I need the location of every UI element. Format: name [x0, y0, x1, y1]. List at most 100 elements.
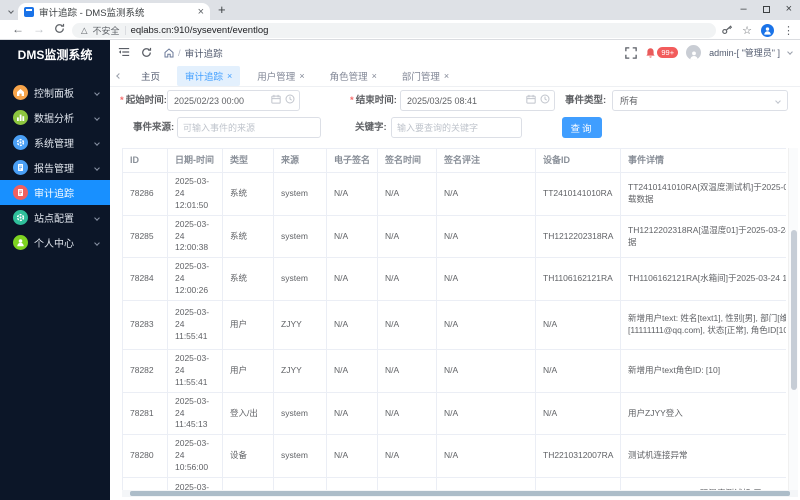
sidebar-item-analysis[interactable]: 数据分析 — [0, 105, 110, 130]
table-row[interactable]: 78282 2025-03-24 11:55:41 用户 ZJYY N/A N/A N/A N… — [122, 349, 786, 393]
new-tab-button[interactable]: + — [218, 2, 226, 17]
sidebar-item-site-config[interactable]: 站点配置 — [0, 205, 110, 230]
table-row[interactable]: 78284 2025-03-24 12:00:26 系统 system N/A N/A N/… — [122, 257, 786, 302]
cell-detail: TH1212202318RA[温湿度01]于2025-03-24 12:00:2… — [620, 214, 786, 259]
horizontal-scrollbar[interactable] — [122, 490, 798, 497]
window-close-button[interactable]: × — [786, 3, 792, 15]
not-secure-warning-icon: △ — [81, 24, 88, 35]
sidebar-item-label: 数据分析 — [34, 114, 74, 125]
cell-device_id: TH1212202318RA — [535, 214, 621, 259]
tab-search-button[interactable] — [5, 5, 17, 17]
cell-sign_time: N/A — [377, 172, 437, 216]
chevron-left-icon[interactable] — [116, 72, 122, 79]
cell-esign: N/A — [326, 391, 378, 436]
close-icon[interactable]: × — [372, 71, 377, 81]
cell-id: 78284 — [122, 257, 168, 302]
chevron-down-icon[interactable] — [787, 48, 793, 55]
cell-device_id: TT2410141010RA — [535, 172, 621, 216]
app-header: / 审计追踪 99+ admin-[ "管理员" ] — [110, 40, 800, 65]
table-row[interactable]: 78285 2025-03-24 12:00:38 系统 system N/A N/A N/… — [122, 214, 786, 259]
cell-type: 用户 — [222, 300, 274, 351]
horizontal-scrollbar-thumb[interactable] — [130, 491, 790, 496]
sidebar-item-report[interactable]: 报告管理 — [0, 155, 110, 180]
notification-bell[interactable]: 99+ — [645, 47, 679, 59]
cell-type: 系统 — [222, 477, 274, 490]
cell-device_id: TT2410141010RA — [535, 477, 621, 490]
window-maximize-button[interactable] — [762, 5, 770, 13]
chevron-down-icon — [94, 114, 100, 121]
chevron-down-icon — [94, 89, 100, 96]
tab-user-management[interactable]: 用户管理 × — [249, 66, 312, 86]
tab-role-management[interactable]: 角色管理 × — [322, 66, 385, 86]
tab-close-icon[interactable]: × — [198, 6, 204, 18]
browser-profile-icon[interactable] — [761, 23, 774, 37]
forward-icon[interactable]: → — [33, 22, 45, 36]
cell-id: 78282 — [122, 349, 168, 393]
address-bar[interactable]: △ 不安全 eqlabs.cn:910/sysevent/eventlog — [72, 22, 716, 38]
tab-home[interactable]: 主页 — [133, 66, 168, 86]
cell-detail: 测试机连接异常 — [620, 434, 786, 479]
event-source-input[interactable] — [177, 117, 321, 138]
search-button[interactable]: 查询 — [562, 117, 602, 138]
fullscreen-icon[interactable] — [625, 46, 638, 59]
sidebar-item-system[interactable]: 系统管理 — [0, 130, 110, 155]
browser-tab[interactable]: 审计追踪 - DMS监测系统 × — [18, 3, 210, 20]
sidebar-item-dashboard[interactable]: 控制面板 — [0, 80, 110, 105]
clock-icon[interactable] — [540, 94, 550, 104]
tab-audit-trail[interactable]: 审计追踪 × — [177, 65, 241, 86]
page-refresh-icon[interactable] — [141, 47, 152, 58]
breadcrumb-separator: / — [178, 47, 181, 59]
event-type-value: 所有 — [620, 96, 639, 106]
column-header-datetime: 日期-时间 — [167, 148, 223, 173]
vertical-scrollbar-thumb[interactable] — [790, 230, 797, 390]
cell-datetime: 2025-03-24 06:01:26 — [167, 477, 223, 490]
collapse-menu-icon[interactable] — [118, 46, 130, 58]
browser-menu-icon[interactable]: ⋮ — [783, 24, 794, 37]
cell-sign_time: N/A — [377, 391, 437, 436]
home-icon[interactable] — [164, 48, 174, 58]
cell-source: system — [273, 214, 327, 259]
cell-datetime: 2025-03-24 12:01:50 — [167, 172, 223, 216]
close-icon[interactable]: × — [299, 71, 304, 81]
event-type-select[interactable]: 所有 — [612, 90, 788, 111]
tab-department-management[interactable]: 部门管理 × — [394, 66, 457, 86]
table-row[interactable]: 782792025-03-24 06:01:26系统systemN/AN/AN/… — [122, 477, 786, 490]
browser-toolbar: ← → △ 不安全 eqlabs.cn:910/sysevent/eventlo… — [0, 20, 800, 40]
keyword-label: 关键字: — [355, 122, 387, 133]
browser-window: 审计追踪 - DMS监测系统 × + – × ← → △ 不安全 eqlabs.… — [0, 0, 800, 500]
chevron-down-icon — [94, 239, 100, 246]
password-key-icon[interactable] — [721, 24, 733, 36]
cell-id: 78286 — [122, 172, 168, 216]
calendar-icon[interactable] — [271, 94, 281, 104]
table-row[interactable]: 78280 2025-03-24 10:56:00 设备 system N/A N/A N/… — [122, 434, 786, 479]
back-icon[interactable]: ← — [12, 22, 24, 36]
cell-sign_comment: N/A — [436, 349, 536, 393]
table-row[interactable]: 78283 2025-03-24 11:55:41 用户 ZJYY N/A N/A N/A N… — [122, 300, 786, 351]
header-right: 99+ admin-[ "管理员" ] — [625, 43, 793, 62]
column-header-esign: 电子签名 — [326, 148, 378, 173]
close-icon[interactable]: × — [227, 71, 232, 81]
cell-device_id: N/A — [535, 300, 621, 351]
table-row[interactable]: 78281 2025-03-24 11:45:13 登入/出 system N/A N/A… — [122, 391, 786, 436]
window-minimize-button[interactable]: – — [740, 3, 746, 15]
sidebar-item-audit[interactable]: 审计追踪 — [0, 180, 110, 205]
cell-source: system — [273, 172, 327, 216]
not-secure-label: 不安全 — [92, 25, 120, 36]
calendar-icon[interactable] — [526, 94, 536, 104]
sidebar-item-profile[interactable]: 个人中心 — [0, 230, 110, 255]
start-time-field — [167, 90, 300, 111]
sidebar-item-label: 个人中心 — [34, 239, 74, 250]
keyword-input[interactable] — [391, 117, 522, 138]
clock-icon[interactable] — [285, 94, 295, 104]
table-row[interactable]: 78286 2025-03-24 12:01:50 系统 system N/A N/A N/… — [122, 172, 786, 216]
close-icon[interactable]: × — [444, 71, 449, 81]
cell-source: system — [273, 257, 327, 302]
event-type-label: 事件类型: — [565, 95, 607, 106]
cell-device_id: TH2210312007RA — [535, 434, 621, 479]
refresh-icon[interactable] — [54, 23, 65, 34]
sidebar-item-label: 审计追踪 — [34, 189, 74, 200]
user-label[interactable]: admin-[ "管理员" ] — [709, 46, 780, 59]
vertical-scrollbar[interactable] — [788, 148, 798, 490]
avatar[interactable] — [686, 45, 702, 60]
bookmark-star-icon[interactable]: ☆ — [742, 24, 752, 37]
